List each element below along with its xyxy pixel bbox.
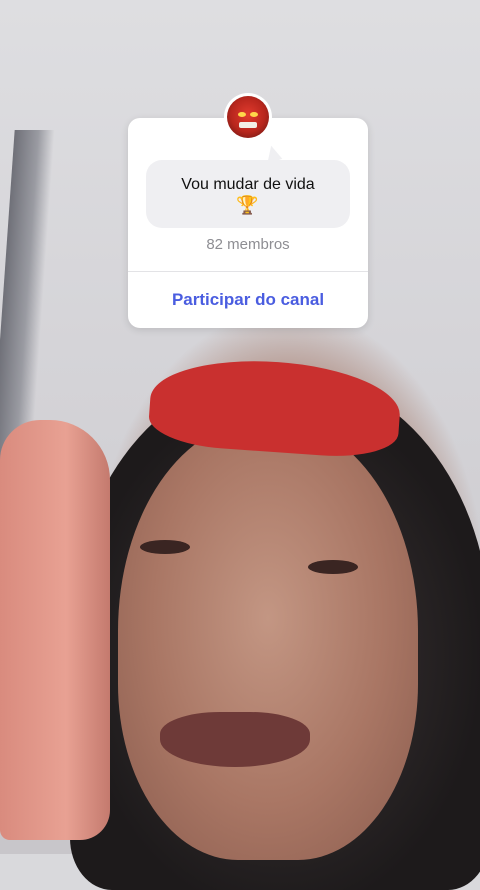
trophy-icon: 🏆 xyxy=(236,195,259,215)
channel-avatar-icon xyxy=(227,96,269,138)
person-face xyxy=(118,420,418,860)
person-eye-left xyxy=(140,540,190,554)
channel-name: Vou mudar de vida xyxy=(181,176,315,193)
person-eye-right xyxy=(308,560,358,574)
join-channel-button[interactable]: Participar do canal xyxy=(128,272,368,328)
channel-avatar[interactable] xyxy=(224,93,272,141)
member-count: 82 membros xyxy=(206,236,290,253)
person-mouth xyxy=(160,712,310,767)
person-hand xyxy=(0,420,110,840)
